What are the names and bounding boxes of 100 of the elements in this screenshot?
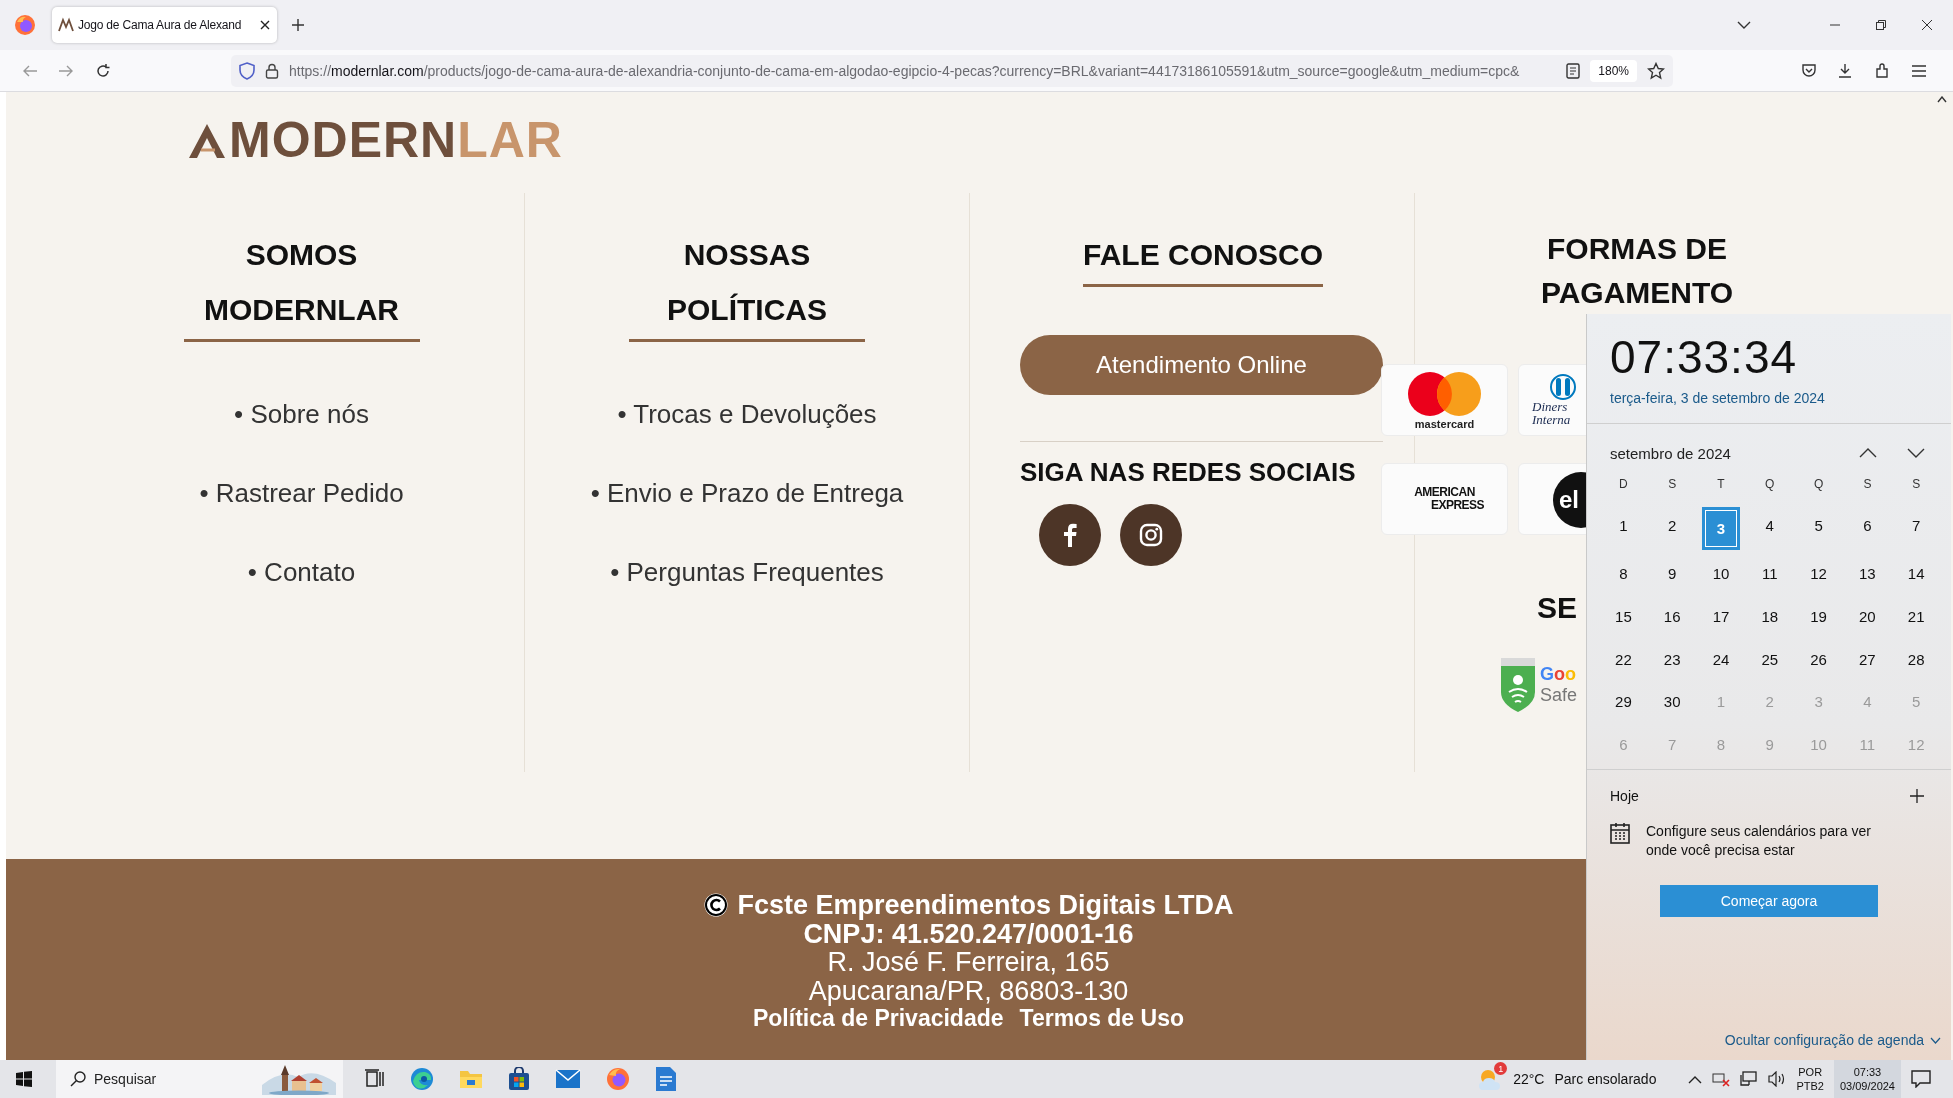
windows-logo-icon[interactable] xyxy=(16,1071,32,1087)
shield-badge-icon xyxy=(1501,658,1535,712)
task-view-icon[interactable] xyxy=(363,1068,385,1090)
chevron-up-icon[interactable] xyxy=(1859,448,1877,458)
address-line: Apucarana/PR, 86803-130 xyxy=(808,976,1129,1005)
calendar-day[interactable]: 12 xyxy=(1794,552,1843,596)
hide-agenda-link[interactable]: Ocultar configuração de agenda xyxy=(1724,1032,1951,1060)
footer-link[interactable]: Termos de Uso xyxy=(1019,1005,1184,1032)
star-icon[interactable] xyxy=(1647,61,1665,80)
notification-icon[interactable] xyxy=(1911,1070,1931,1088)
address-line: R. José F. Ferreira, 165 xyxy=(827,948,1110,977)
reload-icon[interactable] xyxy=(95,62,111,79)
footer-link[interactable]: • Rastrear Pedido xyxy=(199,473,404,513)
calendar-day[interactable]: 8 xyxy=(1599,552,1648,596)
new-tab-icon[interactable] xyxy=(291,18,305,32)
column-heading: SOMOS MODERNLAR xyxy=(183,227,420,342)
calendar-day[interactable]: 23 xyxy=(1647,637,1697,681)
calendar-day[interactable]: 7 xyxy=(1891,504,1941,547)
calendar-day[interactable]: 11 xyxy=(1745,552,1795,596)
address-bar[interactable]: https://modernlar.com/products/jogo-de-cama-aura-de-alexandria-conjunto-de-cama-em-algodao-egipcio-4-pecas?currency=BRL&variant=44173186105591&utm_source=google&utm_medium=cpc& 180% xyxy=(231,54,1673,87)
online-support-button[interactable]: Atendimento Online xyxy=(1020,335,1383,395)
download-icon[interactable] xyxy=(1837,62,1853,79)
month-label[interactable]: setembro de 2024 xyxy=(1610,444,1859,462)
search-field[interactable]: Pesquisar xyxy=(94,1067,254,1091)
card-brand-text: AMERICAN xyxy=(1414,486,1475,499)
zoom-level-button[interactable]: 180% xyxy=(1590,59,1637,82)
network-error-icon[interactable] xyxy=(1712,1071,1731,1087)
input-language[interactable]: POR PTB2 xyxy=(1796,1065,1824,1093)
calendar-day[interactable]: 10 xyxy=(1696,552,1746,596)
calendar-day[interactable]: 4 xyxy=(1745,504,1795,547)
footer-link[interactable]: • Perguntas Frequentes xyxy=(610,552,884,592)
calendar-day[interactable]: 9 xyxy=(1647,552,1697,596)
store-bag-icon[interactable] xyxy=(508,1067,530,1091)
calendar-day[interactable]: 26 xyxy=(1794,637,1843,681)
weekday-label: S xyxy=(1667,476,1678,493)
calendar-day[interactable]: 2 xyxy=(1647,504,1697,547)
brand-logo[interactable]: MODERNLAR xyxy=(187,118,1931,162)
footer-link[interactable]: • Trocas e Devoluções xyxy=(617,394,877,434)
document-icon[interactable] xyxy=(655,1066,677,1092)
calendar-day[interactable]: 16 xyxy=(1647,595,1697,638)
section-heading: SE xyxy=(1537,590,1578,626)
calendar-day[interactable]: 27 xyxy=(1843,637,1892,681)
facebook-icon xyxy=(1063,523,1077,547)
calendar-day[interactable]: 20 xyxy=(1843,595,1892,638)
calendar-day[interactable]: 6 xyxy=(1843,504,1892,547)
calendar-day[interactable]: 22 xyxy=(1599,637,1648,681)
calendar-day[interactable]: 21 xyxy=(1891,595,1941,638)
full-date[interactable]: terça-feira, 3 de setembro de 2024 xyxy=(1610,390,1951,406)
chevron-down-icon[interactable] xyxy=(1737,20,1751,30)
calendar-day[interactable]: 13 xyxy=(1843,552,1892,596)
browser-icon[interactable] xyxy=(410,1067,434,1091)
start-button[interactable]: Começar agora xyxy=(1660,884,1878,917)
browser-logo-icon[interactable] xyxy=(14,14,36,36)
favicon-icon xyxy=(58,17,74,33)
pocket-icon[interactable] xyxy=(1801,62,1817,79)
today-label: Hoje xyxy=(1610,786,1639,806)
search-icon xyxy=(70,1071,86,1087)
menu-icon[interactable] xyxy=(1911,63,1927,78)
restore-icon[interactable] xyxy=(1875,19,1887,31)
search-bar[interactable]: Pesquisar xyxy=(56,1060,343,1098)
mail-icon[interactable] xyxy=(555,1069,581,1089)
calendar-day[interactable]: 3 xyxy=(1701,507,1741,550)
add-icon[interactable] xyxy=(1909,787,1925,804)
calendar-day[interactable]: 29 xyxy=(1599,680,1648,723)
weekday-label: D xyxy=(1618,476,1629,493)
calendar-day[interactable]: 18 xyxy=(1745,595,1795,638)
footer-link[interactable]: Política de Privacidade xyxy=(753,1005,1004,1032)
calendar-day[interactable]: 25 xyxy=(1745,637,1795,681)
card-brand-text: EXPRESS xyxy=(1430,499,1485,512)
setup-prompt: Configure seus calendários para ver onde você precisa estar xyxy=(1646,821,1872,860)
fox-browser-icon[interactable] xyxy=(606,1067,630,1091)
calendar-day[interactable]: 30 xyxy=(1647,680,1697,723)
browser-tab[interactable]: Jogo de Cama Aura de Alexand xyxy=(52,7,277,43)
footer-link[interactable]: • Contato xyxy=(247,552,356,592)
calendar-day[interactable]: 17 xyxy=(1696,595,1746,638)
calendar-day[interactable]: 24 xyxy=(1696,637,1746,681)
calendar-day[interactable]: 28 xyxy=(1891,637,1941,681)
social-heading: SIGA NAS REDES SOCIAIS xyxy=(1020,458,1356,486)
close-icon[interactable] xyxy=(259,19,271,31)
volume-icon[interactable] xyxy=(1768,1071,1787,1087)
temperature[interactable]: 22°C xyxy=(1513,1071,1545,1087)
folder-icon[interactable] xyxy=(459,1068,483,1090)
network-icon[interactable] xyxy=(1740,1071,1759,1087)
calendar-day[interactable]: 14 xyxy=(1891,552,1941,596)
weather-text[interactable]: Parc ensolarado xyxy=(1554,1071,1657,1087)
calendar-day[interactable]: 19 xyxy=(1794,595,1843,638)
calendar-day[interactable]: 5 xyxy=(1794,504,1843,547)
column-heading: NOSSAS POLÍTICAS xyxy=(629,227,865,342)
caret-up-icon[interactable] xyxy=(1688,1074,1703,1084)
company-name: Fcste Empreendimentos Digitais LTDA xyxy=(737,891,1234,920)
footer-link[interactable]: • Envio e Prazo de Entrega xyxy=(590,473,904,513)
weekday-label: Q xyxy=(1764,476,1776,493)
footer-link[interactable]: • Sobre nós xyxy=(234,394,369,434)
calendar-day[interactable]: 15 xyxy=(1599,595,1648,638)
reader-view-icon[interactable] xyxy=(1566,62,1581,79)
caret-up-icon[interactable] xyxy=(1937,96,1947,103)
lock-icon xyxy=(265,62,279,79)
close-icon[interactable] xyxy=(1921,19,1933,31)
chevron-down-icon[interactable] xyxy=(1907,448,1925,458)
taskbar-clock[interactable]: 07:33 03/09/2024 xyxy=(1833,1060,1901,1098)
